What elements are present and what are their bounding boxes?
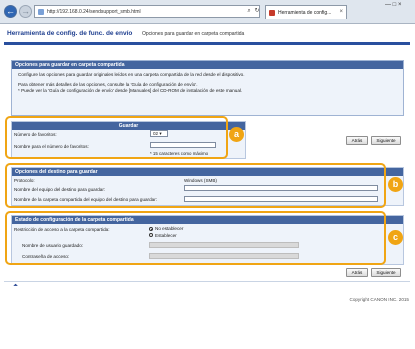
browser-chrome: ← → http://192.168.0.24/sendsupport_smb.… — [0, 0, 415, 24]
address-url: http://192.168.0.24/sendsupport_smb.html — [47, 9, 141, 15]
window-controls[interactable]: — □ × — [385, 2, 401, 8]
tab-favicon-icon — [269, 10, 275, 16]
intro-text-1: Configure las opciones para guardar orig… — [18, 72, 245, 77]
tab-title: Herramienta de config... — [278, 10, 332, 16]
callout-c — [5, 211, 386, 265]
site-icon — [38, 9, 44, 15]
back-icon[interactable]: ← — [4, 5, 17, 18]
forward-icon[interactable]: → — [19, 5, 32, 18]
page-top-icon[interactable]: ⏶ — [13, 283, 18, 290]
page-header: Herramienta de config. de func. de envío… — [4, 26, 410, 41]
badge-a: a — [229, 127, 244, 142]
footer-divider — [4, 281, 410, 282]
callout-a — [5, 116, 228, 159]
next-button-top[interactable]: Siguiente — [371, 136, 401, 145]
back-button-top[interactable]: Atrás — [346, 136, 368, 145]
back-button-bottom[interactable]: Atrás — [346, 268, 368, 277]
next-button-bottom[interactable]: Siguiente — [371, 268, 401, 277]
close-tab-icon[interactable]: × — [339, 9, 343, 15]
header-divider — [4, 42, 410, 45]
address-bar[interactable]: http://192.168.0.24/sendsupport_smb.html — [34, 5, 260, 18]
intro-heading: Opciones para guardar en carpeta compart… — [12, 61, 403, 69]
intro-text-3: * Puede ver la 'Guía de configuración de… — [18, 88, 243, 93]
badge-b: b — [388, 177, 403, 192]
page-subtitle: Opciones para guardar en carpeta compart… — [142, 31, 245, 37]
page-title: Herramienta de config. de func. de envío — [7, 30, 133, 37]
browser-tab[interactable]: Herramienta de config... × — [265, 5, 347, 19]
intro-panel: Opciones para guardar en carpeta compart… — [11, 60, 404, 116]
badge-c: c — [388, 230, 403, 245]
refresh-icon[interactable]: ↻ — [252, 5, 262, 18]
callout-b — [5, 163, 386, 208]
copyright: Copyright CANON INC. 2015 — [349, 297, 410, 302]
